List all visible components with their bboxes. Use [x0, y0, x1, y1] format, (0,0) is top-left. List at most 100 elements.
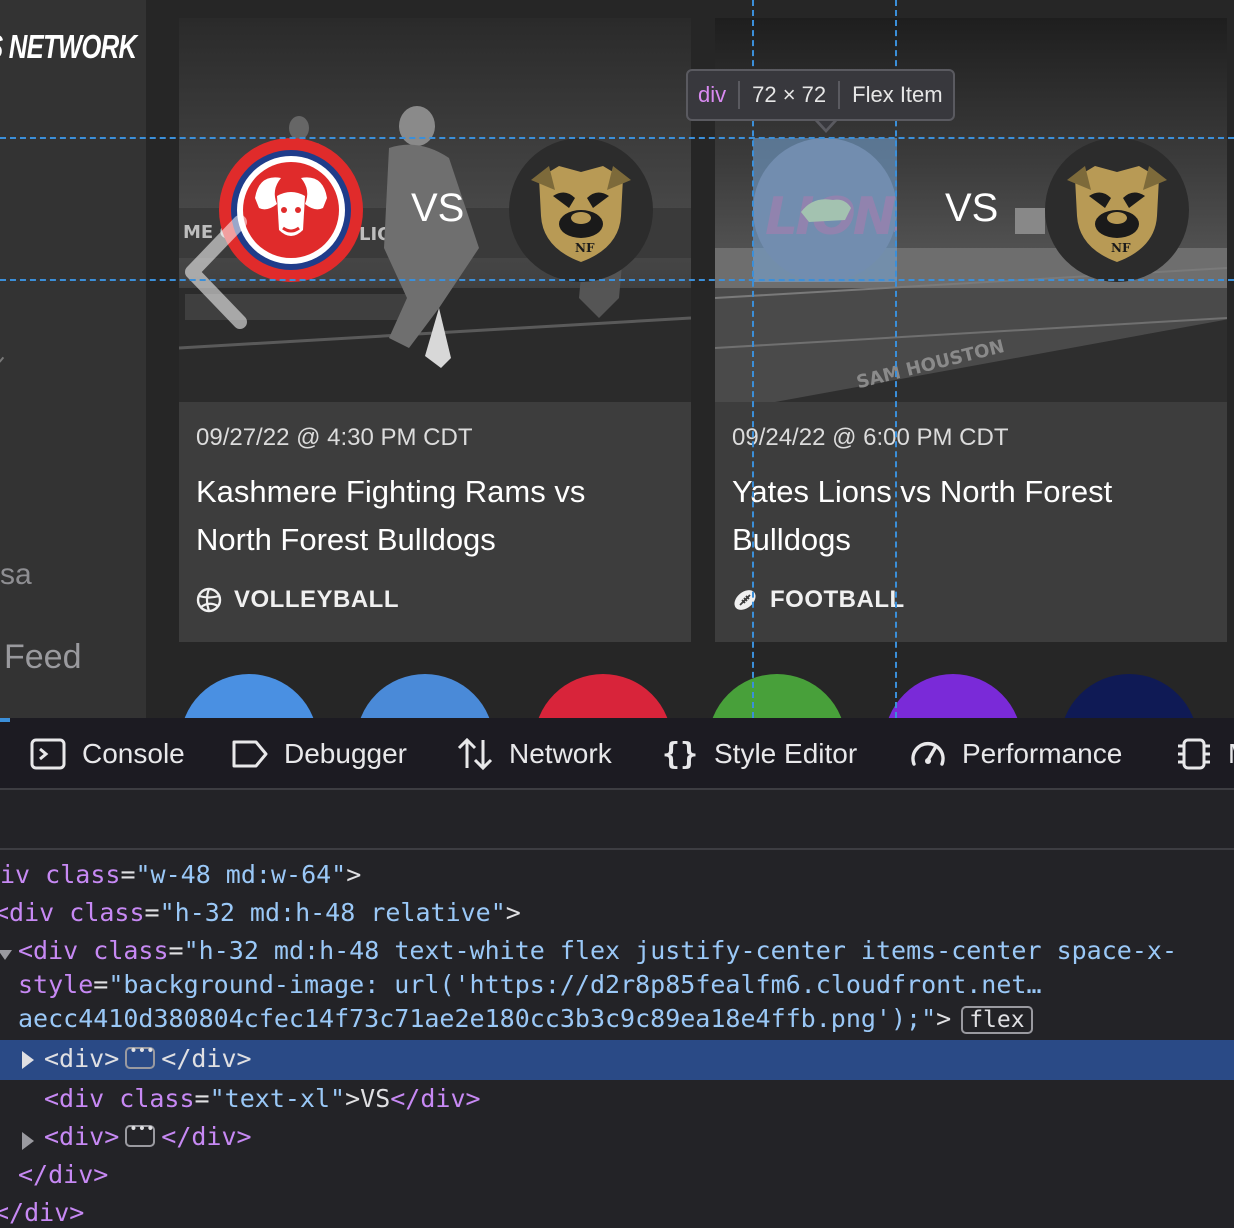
tab-label: Network — [509, 738, 612, 769]
game-title[interactable]: Yates Lions vs North Forest Bulldogs — [732, 468, 1202, 564]
tab-memory[interactable]: M — [1174, 734, 1234, 774]
tooltip-separator — [838, 81, 841, 109]
tooltip-separator — [738, 81, 741, 109]
inspector-guide-line — [0, 137, 1234, 139]
markup-node-line-selected[interactable]: <div> </div> — [0, 1040, 1234, 1080]
performance-icon — [911, 741, 945, 766]
vs-label: VS — [411, 186, 465, 230]
game-info: 09/24/22 @ 6:00 PM CDT Yates Lions vs No… — [715, 402, 1227, 642]
markup-node-line[interactable]: </div> — [0, 1158, 1234, 1196]
markup-node-line[interactable]: iv class="w-48 md:w-64"> — [0, 860, 1234, 898]
markup-value: "h-32 md:h-48 relative" — [159, 898, 506, 927]
away-team-logo[interactable]: NF — [1045, 138, 1189, 282]
svg-text:{}: {} — [662, 737, 698, 772]
markup-attr: class — [119, 1084, 195, 1113]
football-icon — [734, 590, 756, 610]
bulldogs-logo-icon: NF — [509, 138, 653, 282]
tab-label: Console — [82, 738, 185, 769]
markup-value: "background-image: url('https://d2r8p85f… — [108, 970, 1042, 999]
markup-tag: </div> — [161, 1122, 252, 1151]
tab-performance[interactable]: Performance — [908, 734, 1122, 774]
memory-icon — [1178, 738, 1210, 770]
tab-debugger[interactable]: Debugger — [230, 734, 407, 774]
matchup-row: VS NF — [179, 138, 691, 282]
team-logo-circle[interactable] — [1060, 674, 1198, 718]
sidebar-fragment-mark — [0, 356, 8, 366]
carousel-prev-arrow-icon[interactable] — [180, 212, 250, 332]
sport-tag: FOOTBALL — [732, 586, 905, 614]
markup-attr: class — [69, 898, 145, 927]
game-card[interactable]: ME C LIONS — [179, 18, 691, 642]
svg-text:NF: NF — [1111, 241, 1131, 255]
brand-logo-text[interactable]: S NETWORK — [0, 28, 137, 66]
team-logo-circle[interactable] — [356, 674, 494, 718]
markup-node-line[interactable]: <div class="text-xl">VS</div> — [0, 1082, 1234, 1120]
tooltip-size: 72 × 72 — [752, 82, 827, 107]
tab-label: M — [1228, 738, 1234, 770]
team-logo-circle[interactable] — [884, 674, 1022, 718]
tab-style-editor[interactable]: {} Style Editor — [660, 734, 857, 774]
tabbar-accent — [0, 718, 10, 722]
tab-label: Style Editor — [714, 738, 858, 769]
markup-tag: <div — [44, 1084, 105, 1113]
markup-text: VS — [360, 1084, 391, 1113]
markup-tag: </div> — [390, 1084, 481, 1113]
style-editor-icon: {} — [662, 737, 698, 772]
markup-tag: iv — [0, 860, 31, 889]
markup-punct: > — [936, 1004, 952, 1033]
debugger-icon — [232, 740, 268, 768]
markup-node-line[interactable]: <div class="h-32 md:h-48 text-white flex… — [0, 936, 1234, 974]
team-logo-circle[interactable] — [180, 674, 318, 718]
tab-label: Debugger — [284, 738, 407, 769]
vs-label: VS — [945, 186, 999, 230]
sidebar: S NETWORK sa Feed — [0, 0, 146, 718]
web-page-viewport: S NETWORK sa Feed ME C LI — [0, 0, 1234, 718]
tab-console[interactable]: Console — [28, 734, 185, 774]
team-logo-circle[interactable] — [534, 674, 672, 718]
collapse-twisty-icon[interactable] — [22, 1132, 34, 1150]
markup-node-line[interactable]: <div class="h-32 md:h-48 relative"> — [0, 898, 1234, 936]
sport-label: VOLLEYBALL — [234, 586, 399, 613]
markup-value: "text-xl" — [209, 1084, 346, 1113]
tooltip-tag: div — [698, 82, 727, 107]
markup-attr: style — [18, 970, 94, 999]
collapse-twisty-icon[interactable] — [22, 1051, 34, 1069]
markup-tag: </div> — [18, 1160, 109, 1189]
markup-tag: <div — [0, 898, 55, 927]
markup-tag: </div> — [0, 1198, 85, 1227]
game-date: 09/24/22 @ 6:00 PM CDT — [732, 424, 1009, 451]
sport-label: FOOTBALL — [770, 586, 905, 613]
devtools-tabbar: Console Debugger Network {} Style Editor — [0, 718, 1234, 790]
devtools-toolbar — [0, 792, 1234, 850]
ellipsis-icon[interactable] — [125, 1043, 156, 1069]
tab-network[interactable]: Network — [455, 734, 612, 774]
markup-tag: </div> — [161, 1044, 252, 1073]
sidebar-item-feed[interactable]: Feed — [4, 638, 82, 677]
expand-twisty-icon[interactable] — [0, 950, 12, 960]
markup-attr: class — [45, 860, 121, 889]
game-info: 09/27/22 @ 4:30 PM CDT Kashmere Fighting… — [179, 402, 691, 642]
sport-tag: VOLLEYBALL — [196, 586, 399, 614]
sidebar-item-label[interactable]: sa — [0, 558, 32, 592]
network-icon — [457, 737, 493, 771]
markup-value: aecc4410d380804cfec14f73c71ae2e180cc3b3c… — [18, 1004, 937, 1033]
markup-node-line[interactable]: aecc4410d380804cfec14f73c71ae2e180cc3b3c… — [0, 1004, 1234, 1042]
console-icon — [30, 738, 66, 770]
bulldogs-logo-icon: NF — [1045, 138, 1189, 282]
markup-node-line[interactable]: </div> — [0, 1196, 1234, 1228]
markup-node-line[interactable]: style="background-image: url('https://d2… — [0, 970, 1234, 1008]
markup-value: "w-48 md:w-64" — [135, 860, 347, 889]
tooltip-kind: Flex Item — [852, 82, 943, 107]
tab-label: Performance — [962, 738, 1123, 769]
ellipsis-icon[interactable] — [125, 1121, 156, 1147]
markup-value: "h-32 md:h-48 text-white flex justify-ce… — [183, 936, 1177, 965]
markup-node-line[interactable]: <div> </div> — [0, 1120, 1234, 1158]
team-logo-circle[interactable] — [708, 674, 846, 718]
game-title[interactable]: Kashmere Fighting Rams vs North Forest B… — [196, 468, 666, 564]
markup-attr: class — [93, 936, 169, 965]
markup-tag: <div> — [44, 1122, 120, 1151]
flex-badge[interactable]: flex — [961, 1006, 1033, 1034]
svg-text:NF: NF — [575, 241, 595, 255]
devtools-panel: Console Debugger Network {} Style Editor — [0, 718, 1234, 1228]
away-team-logo[interactable]: NF — [509, 138, 653, 282]
